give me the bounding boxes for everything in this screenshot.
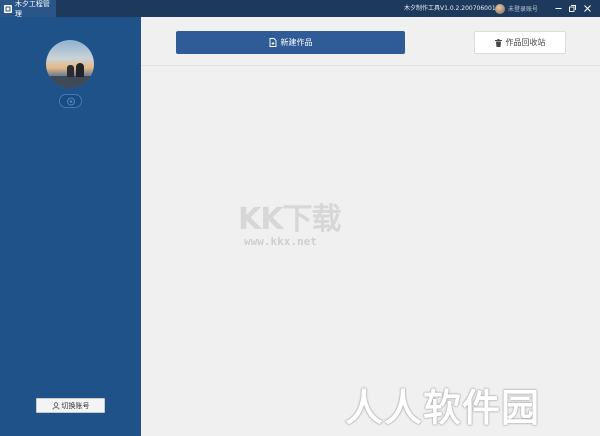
document-plus-icon [269,38,276,47]
vip-badge-icon [59,94,82,108]
switch-account-label: 切换账号 [61,401,90,410]
rr-watermark-logo: 人人软件园 [345,386,541,430]
user-icon [51,401,60,410]
recycle-bin-label: 作品回收站 [505,38,546,47]
minimize-icon [555,8,561,9]
close-icon [583,5,591,12]
account-menu[interactable]: 未登录账号 [495,0,538,17]
trash-icon [494,38,502,47]
recycle-bin-button[interactable]: 作品回收站 [474,31,566,54]
switch-account-button[interactable]: 切换账号 [36,398,105,413]
close-button[interactable] [580,0,594,17]
app-title: 木夕工程管理 [14,0,50,18]
app-icon [4,4,12,13]
new-work-button[interactable]: 新建作品 [176,31,405,54]
restore-icon [568,5,576,12]
profile-avatar[interactable] [46,40,94,88]
version-label: 木夕制作工具V1.0.2.200706001 [404,5,496,12]
app-title-tab[interactable]: 木夕工程管理 [0,0,56,18]
title-bar: 木夕工程管理 木夕制作工具V1.0.2.200706001 未登录账号 [0,0,600,18]
kk-watermark-url: www.kkx.net [244,235,317,248]
kk-watermark-logo: KK下载 [238,202,341,237]
maximize-button[interactable] [565,0,579,17]
account-name: 未登录账号 [508,6,539,13]
user-avatar-icon [495,3,505,14]
new-work-label: 新建作品 [280,38,313,47]
minimize-button[interactable] [551,0,565,17]
